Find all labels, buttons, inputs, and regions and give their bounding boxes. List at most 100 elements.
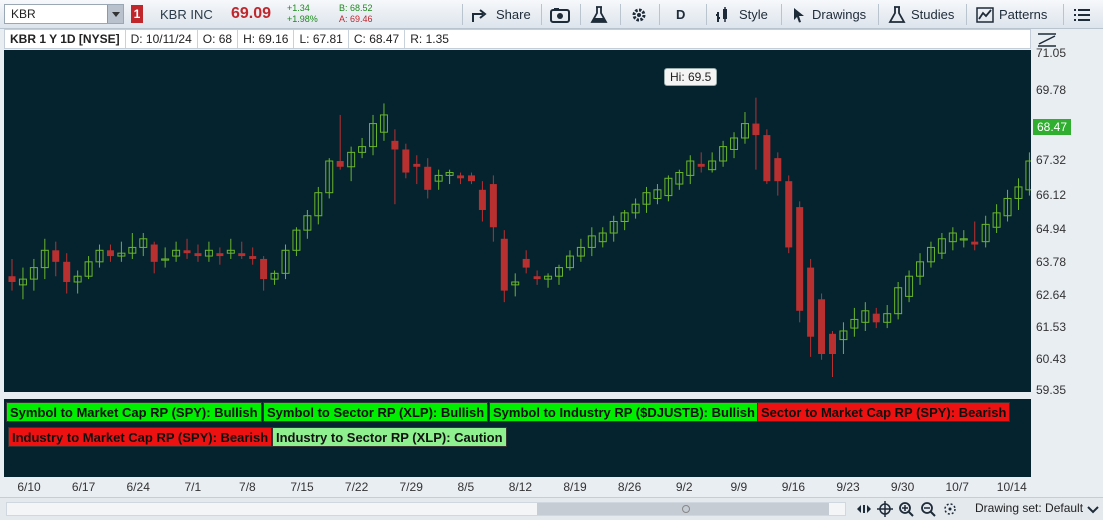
cursor-arrow-icon <box>794 7 804 22</box>
candle-body <box>807 267 815 337</box>
divider <box>620 4 621 25</box>
ask-price: A: 69.46 <box>339 14 373 24</box>
bar-range: R: 1.35 <box>410 32 449 46</box>
candle-body <box>467 175 475 182</box>
price-axis-label: 63.78 <box>1036 255 1067 270</box>
candle-body <box>183 250 191 254</box>
candle-body <box>260 258 268 280</box>
scrollbar-thumb[interactable] <box>537 503 829 515</box>
date-axis-label: 7/15 <box>290 480 314 494</box>
share-icon <box>472 8 487 22</box>
date-axis-label: 8/19 <box>563 480 587 494</box>
divider <box>1063 4 1064 25</box>
date-axis-label: 7/22 <box>344 480 369 494</box>
crosshair-icon[interactable] <box>877 501 893 517</box>
candle-body <box>872 313 880 323</box>
date-axis-label: 9/16 <box>781 480 806 494</box>
flask-icon <box>590 5 608 23</box>
price-axis-label: 67.32 <box>1036 153 1067 168</box>
date-axis-label: 6/24 <box>126 480 150 494</box>
price-chart[interactable] <box>4 50 1031 392</box>
drawing-set-selector[interactable]: Drawing set: Default <box>975 501 1083 515</box>
price-axis[interactable]: 71.05 69.78 67.32 66.12 64.94 63.78 62.64 61.53… <box>1031 29 1103 397</box>
net-change: +1.34 <box>287 3 310 13</box>
gear-icon <box>632 8 646 21</box>
share-button[interactable]: Share <box>471 4 531 25</box>
date-axis-label: 7/8 <box>239 480 256 494</box>
candle-body <box>478 189 486 210</box>
patterns-button[interactable]: Patterns <box>976 4 1047 25</box>
symbol-value: KBR <box>11 7 36 21</box>
price-axis-label: 69.78 <box>1036 82 1067 97</box>
candle-body <box>238 253 246 257</box>
date-axis-label: 10/14 <box>996 480 1027 494</box>
pan-arrows-icon[interactable] <box>856 501 872 517</box>
relative-performance-panel: Symbol to Market Cap RP (SPY): Bullish S… <box>4 399 1031 477</box>
divider <box>541 4 542 25</box>
candle-body <box>818 299 826 354</box>
company-name: KBR INC <box>160 7 213 22</box>
fit-view-icon[interactable] <box>942 501 958 517</box>
rp-label: Sector to Market Cap RP (SPY): Bearish <box>757 402 1011 422</box>
chart-title: KBR 1 Y 1D [NYSE] <box>5 30 126 48</box>
date-axis-label: 9/2 <box>675 480 693 494</box>
price-axis-label: 61.53 <box>1036 320 1067 335</box>
candle-body <box>413 163 421 167</box>
date-axis-label: 7/1 <box>184 480 202 494</box>
date-axis-label: 6/17 <box>71 480 96 494</box>
candle-body <box>796 207 804 311</box>
date-axis-label: 9/23 <box>836 480 860 494</box>
candle-body <box>216 253 224 257</box>
price-axis-label: 59.35 <box>1036 383 1067 397</box>
bottom-bar: Drawing set: Default <box>0 497 1103 520</box>
date-axis-label: 9/30 <box>890 480 915 494</box>
list-menu-icon <box>1074 8 1090 21</box>
date-axis-label: 8/5 <box>457 480 475 494</box>
chart-info-bar: KBR 1 Y 1D [NYSE] D: 10/11/24 O: 68 H: 6… <box>4 29 1031 49</box>
alert-badge[interactable]: 1 <box>131 5 143 23</box>
zoom-out-icon[interactable] <box>920 501 936 517</box>
candle-body <box>774 158 782 182</box>
lab-button[interactable] <box>590 4 613 25</box>
candle-body <box>402 149 410 173</box>
rp-label: Symbol to Industry RP ($DJUSTB): Bullish <box>489 402 759 422</box>
patterns-icon <box>976 6 994 23</box>
candle-body <box>150 244 158 262</box>
symbol-dropdown-button[interactable] <box>107 5 123 23</box>
studies-label: Studies <box>911 7 955 22</box>
rp-label: Industry to Market Cap RP (SPY): Bearish <box>8 427 273 447</box>
chart-scrollbar[interactable] <box>6 502 846 516</box>
candlestick-chart <box>8 97 1031 378</box>
divider <box>580 4 581 25</box>
settings-button[interactable] <box>630 4 653 25</box>
candle-body <box>457 175 465 179</box>
rp-label: Industry to Sector RP (XLP): Caution <box>272 427 507 447</box>
candle-body <box>522 258 530 268</box>
studies-button[interactable]: Studies <box>888 4 954 25</box>
candle-body <box>63 261 71 282</box>
share-label: Share <box>496 7 531 22</box>
divider <box>462 4 463 25</box>
candle-body <box>533 276 541 280</box>
divider <box>706 4 707 25</box>
zoom-in-icon[interactable] <box>898 501 914 517</box>
candle-body <box>829 333 836 354</box>
snapshot-button[interactable] <box>550 4 575 25</box>
menu-button[interactable] <box>1074 4 1095 25</box>
divider <box>966 4 967 25</box>
divider <box>659 4 660 25</box>
time-period-button[interactable]: D <box>676 4 685 25</box>
patterns-label: Patterns <box>999 7 1048 22</box>
symbol-input[interactable]: KBR <box>4 4 124 24</box>
style-button[interactable]: Style <box>716 4 768 25</box>
candle-body <box>697 163 705 167</box>
date-axis[interactable]: 6/10 6/17 6/24 7/1 7/8 7/15 7/22 7/29 8/5 8/12 8/1… <box>0 477 1031 497</box>
bar-close: C: 68.47 <box>349 30 406 48</box>
last-price: 69.09 <box>231 5 272 22</box>
scroll-grip-icon <box>682 505 690 513</box>
price-axis-label: 66.12 <box>1036 188 1067 202</box>
chevron-down-icon[interactable] <box>1085 501 1101 517</box>
date-axis-label: 10/7 <box>945 480 969 494</box>
candle-body <box>785 181 793 248</box>
drawings-button[interactable]: Drawings <box>791 4 866 25</box>
